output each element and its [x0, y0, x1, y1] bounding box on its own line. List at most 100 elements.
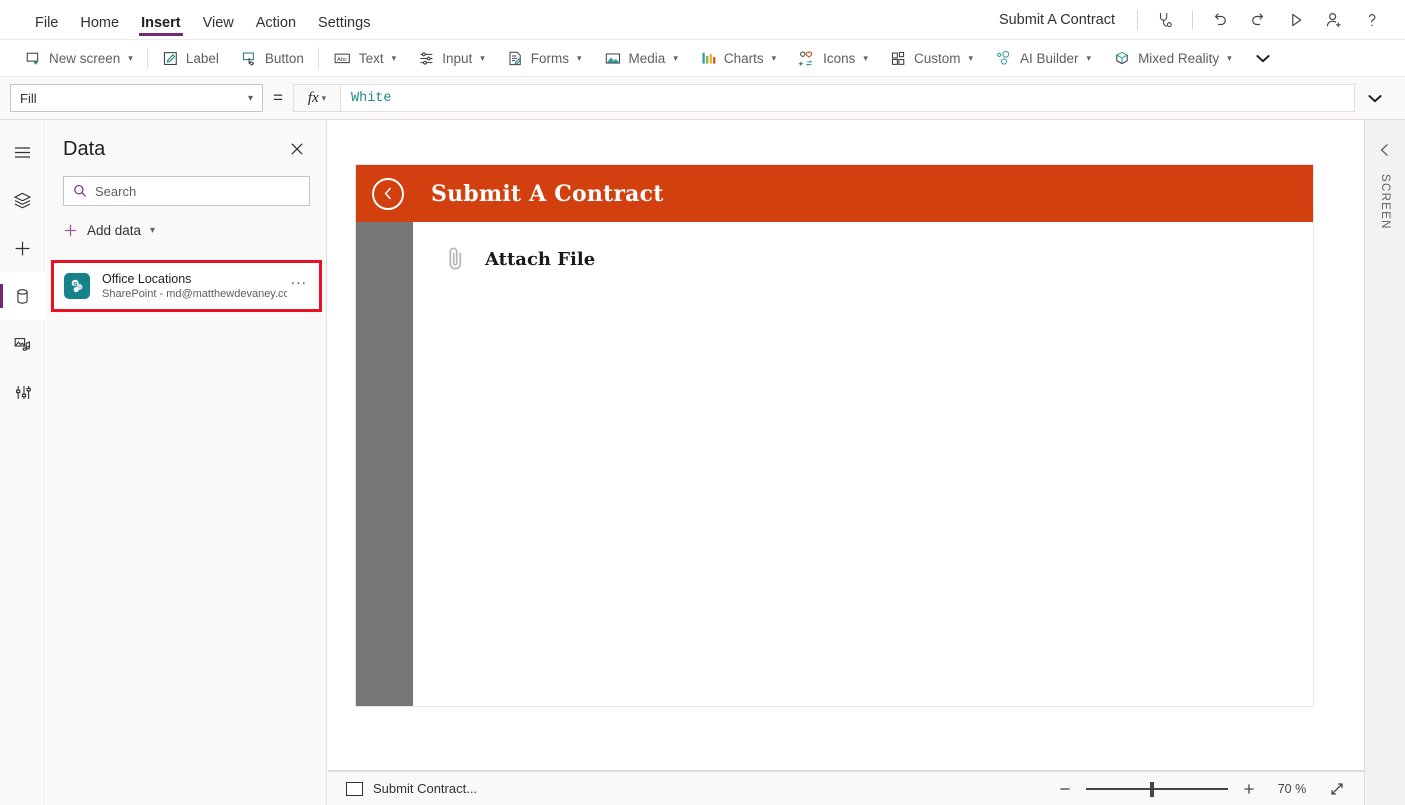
zoom-unit: % — [1295, 781, 1307, 796]
data-source-item-office-locations[interactable]: S Office Locations SharePoint - md@matth… — [51, 260, 322, 312]
ribbon-mixed-reality-button[interactable]: Mixed Reality ▾ — [1102, 41, 1243, 75]
zoom-out-button[interactable] — [1054, 778, 1076, 800]
screen-name-label: Submit Contract... — [373, 781, 478, 796]
add-data-button[interactable]: Add data ▾ — [63, 216, 310, 244]
properties-panel-collapsed: SCREEN — [1364, 120, 1405, 805]
menu-item-insert[interactable]: Insert — [130, 16, 192, 40]
tree-view-icon[interactable] — [0, 176, 45, 224]
menu-item-home[interactable]: Home — [69, 16, 130, 40]
chevron-down-icon: ▾ — [480, 52, 485, 63]
svg-text:Abc: Abc — [337, 56, 347, 62]
ribbon-media-button[interactable]: Media ▾ — [593, 41, 689, 75]
media-icon[interactable] — [0, 320, 45, 368]
insert-plus-icon[interactable] — [0, 224, 45, 272]
data-panel-title: Data — [63, 137, 106, 160]
fit-to-screen-icon[interactable] — [1324, 777, 1350, 801]
bottom-bar: Submit Contract... 70 % — [328, 771, 1364, 805]
zoom-percent: 70 — [1277, 781, 1292, 796]
attach-file-control[interactable]: Attach File — [445, 244, 1313, 274]
property-select[interactable]: Fill ▾ — [10, 84, 263, 112]
paperclip-icon — [449, 247, 462, 270]
ribbon-overflow-button[interactable] — [1243, 41, 1283, 75]
share-user-icon[interactable] — [1315, 5, 1353, 35]
equals-sign: = — [273, 88, 283, 107]
menu-item-settings[interactable]: Settings — [307, 16, 381, 40]
data-source-more-icon[interactable]: ... — [287, 271, 311, 289]
ribbon-custom-button[interactable]: Custom ▾ — [879, 41, 984, 75]
ribbon-icons-button[interactable]: Icons ▾ — [787, 41, 879, 75]
data-sources-icon[interactable] — [0, 272, 45, 320]
ribbon-label: Input — [442, 50, 473, 66]
ribbon-ai-builder-button[interactable]: AI Builder ▾ — [984, 41, 1102, 75]
zoom-value: 70 % — [1270, 782, 1314, 796]
zoom-in-button[interactable] — [1238, 778, 1260, 800]
sharepoint-icon: S — [64, 273, 90, 299]
zoom-controls: 70 % — [1054, 777, 1350, 801]
zoom-slider-handle[interactable] — [1150, 781, 1154, 797]
hamburger-menu-icon[interactable] — [0, 128, 45, 176]
ribbon-label: Icons — [823, 50, 856, 66]
zoom-slider-track — [1086, 787, 1228, 790]
screen-header-bar[interactable]: Submit A Contract — [356, 165, 1313, 222]
attach-file-label: Attach File — [485, 248, 596, 270]
app-screen-preview[interactable]: Submit A Contract Attach File — [356, 165, 1313, 706]
data-panel: Data Add data ▾ — [46, 120, 327, 805]
ribbon-label: Button — [264, 50, 304, 66]
ribbon-label: New screen — [49, 50, 121, 66]
search-input[interactable] — [95, 183, 300, 199]
undo-icon[interactable] — [1201, 5, 1239, 35]
chevron-down-icon: ▾ — [577, 52, 582, 63]
zoom-slider[interactable] — [1086, 780, 1228, 798]
menu-item-file[interactable]: File — [24, 16, 69, 40]
screen-thumbnail-icon — [346, 781, 363, 796]
ribbon-label: Forms — [530, 50, 569, 66]
chevron-down-icon: ▾ — [391, 52, 397, 63]
ribbon-label: Label — [185, 50, 219, 66]
redo-icon[interactable] — [1239, 5, 1277, 35]
chevron-down-icon: ▾ — [863, 52, 868, 63]
add-data-label: Add data — [87, 222, 142, 238]
fx-label: fx — [307, 89, 319, 106]
ribbon-label: AI Builder — [1020, 50, 1079, 66]
ribbon-label: Mixed Reality — [1138, 50, 1220, 66]
ribbon-input-button[interactable]: Input ▾ — [407, 41, 496, 75]
screen-main-content: Attach File — [413, 222, 1313, 706]
ribbon-label: Charts — [723, 50, 764, 66]
search-box[interactable] — [63, 176, 310, 206]
power-apps-studio: File Home Insert View Action Settings Su… — [0, 0, 1405, 805]
ribbon-forms-button[interactable]: Forms ▾ — [496, 41, 593, 75]
data-source-name: Office Locations — [102, 271, 192, 286]
chevron-down-icon: ▾ — [128, 52, 133, 63]
close-icon[interactable] — [284, 136, 310, 162]
play-preview-icon[interactable] — [1277, 5, 1315, 35]
ribbon-new-screen-button[interactable]: New screen ▾ — [14, 41, 144, 75]
back-circle-icon[interactable] — [372, 177, 404, 210]
chevron-left-icon[interactable] — [1370, 136, 1400, 164]
menu-item-action[interactable]: Action — [245, 16, 307, 40]
ribbon-button-button[interactable]: Button — [230, 41, 315, 75]
data-panel-header: Data — [46, 120, 326, 170]
search-icon — [74, 185, 87, 197]
formula-input[interactable]: White — [341, 84, 1355, 112]
properties-panel-label[interactable]: SCREEN — [1379, 174, 1391, 230]
menu-tabs: File Home Insert View Action Settings — [0, 0, 381, 40]
canvas-area: Submit A Contract Attach File — [328, 120, 1363, 770]
menu-item-view[interactable]: View — [192, 16, 245, 40]
chevron-down-icon: ▾ — [673, 52, 678, 63]
chevron-down-icon: ▾ — [150, 224, 156, 236]
screen-body: Attach File — [356, 222, 1313, 706]
help-icon[interactable] — [1353, 5, 1391, 35]
chevron-down-icon: ▾ — [321, 92, 327, 103]
fx-dropdown-button[interactable]: fx ▾ — [293, 84, 341, 112]
insert-ribbon: New screen ▾ Label Button Abc Text ▾ Inp… — [0, 40, 1405, 76]
ribbon-label-button[interactable]: Label — [151, 41, 230, 75]
ribbon-text-button[interactable]: Abc Text ▾ — [322, 41, 407, 75]
screen-selector[interactable]: Submit Contract... — [346, 781, 477, 796]
ribbon-charts-button[interactable]: Charts ▾ — [689, 41, 787, 75]
ribbon-label: Text — [358, 50, 384, 66]
advanced-tools-icon[interactable] — [0, 368, 45, 416]
app-name-label: Submit A Contract — [998, 12, 1115, 28]
formula-bar-expand-icon[interactable] — [1355, 77, 1395, 119]
data-source-subtitle: SharePoint - md@matthewdevaney.com — [102, 287, 287, 300]
app-checker-icon[interactable] — [1146, 5, 1184, 35]
